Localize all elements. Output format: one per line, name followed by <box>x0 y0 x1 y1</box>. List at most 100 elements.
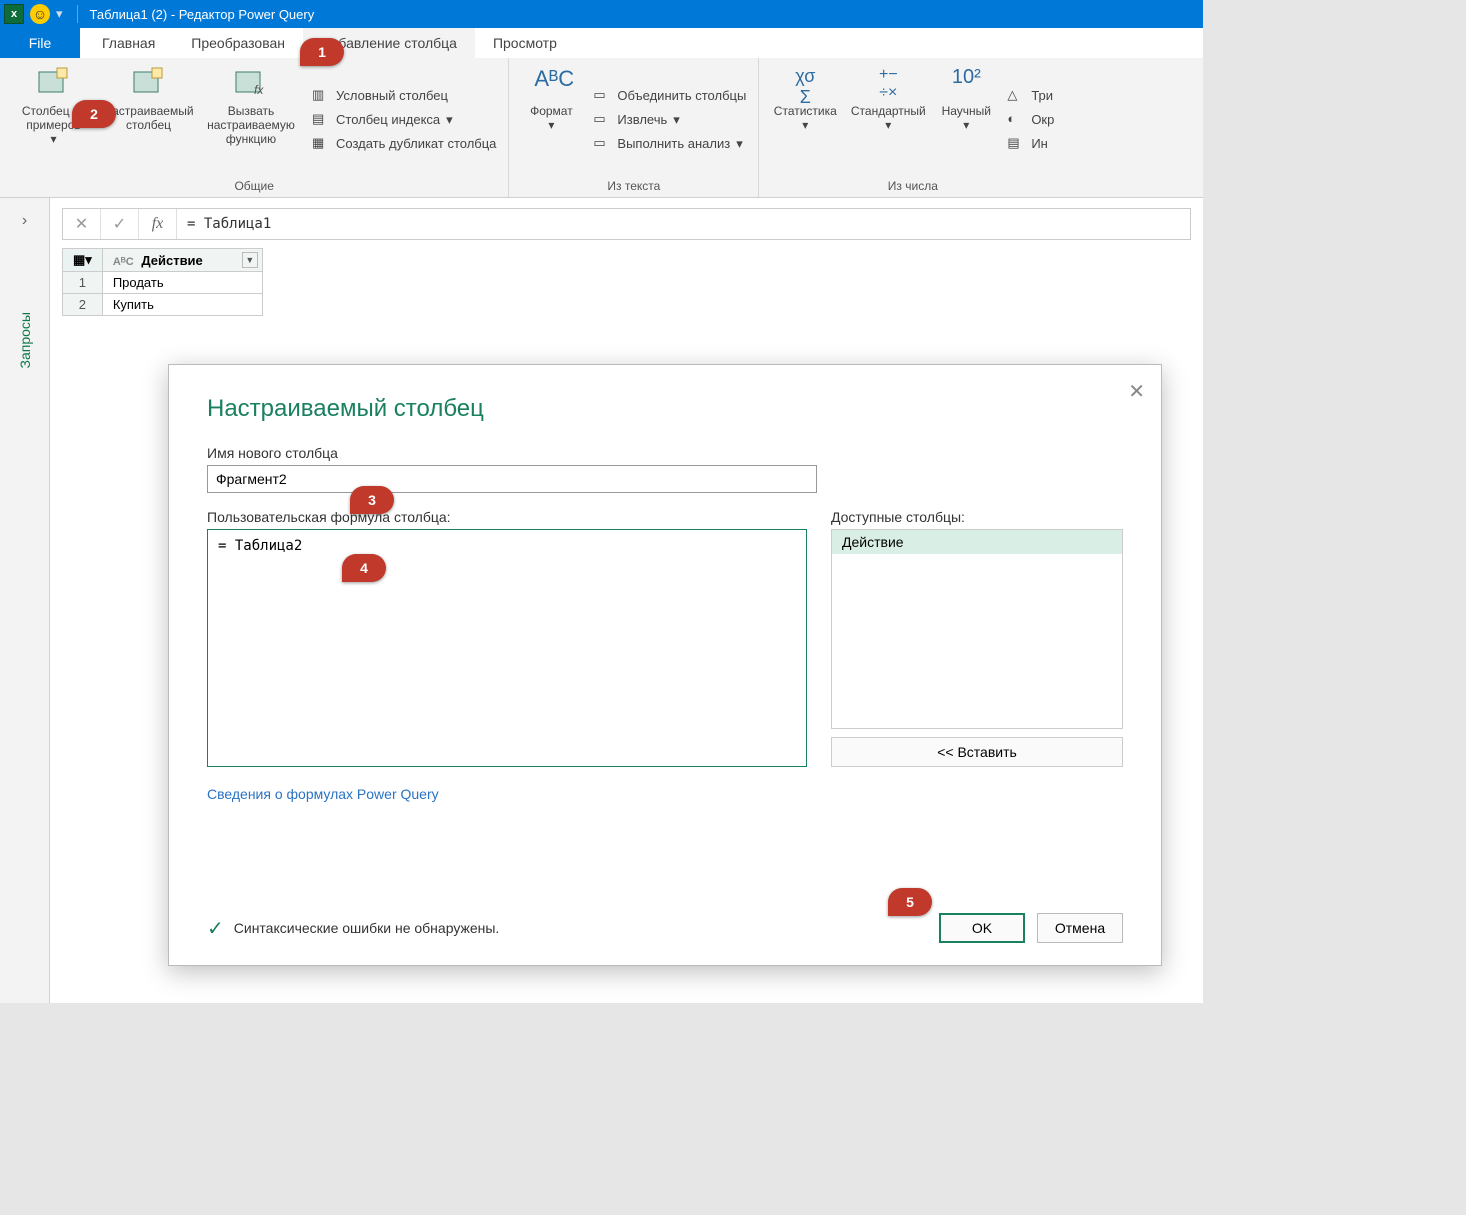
tab-file[interactable]: File <box>0 28 80 58</box>
column-name: Действие <box>141 253 202 268</box>
extract-icon: ▭ <box>593 111 611 129</box>
label: Создать дубликат столбца <box>336 136 496 151</box>
ops-icon: +−÷× <box>871 66 905 100</box>
callout-4: 4 <box>342 554 386 582</box>
formula-bar: ✕ ✓ fx <box>62 208 1191 240</box>
invoke-function-button[interactable]: fx Вызвать настраиваемую функцию <box>196 62 306 177</box>
cell[interactable]: Купить <box>102 294 262 316</box>
syntax-status: ✓ Синтаксические ошибки не обнаружены. <box>207 916 499 941</box>
queries-panel-collapsed[interactable]: › Запросы <box>0 198 50 1003</box>
statistics-button[interactable]: χσΣ Статистика ▾ <box>765 62 845 177</box>
formula-label: Пользовательская формула столбца: <box>207 509 807 525</box>
label: Выполнить анализ <box>617 136 730 151</box>
smiley-icon[interactable]: ☺ <box>30 4 50 24</box>
divider <box>77 5 78 23</box>
sigma-icon: χσΣ <box>788 66 822 100</box>
label: Вызвать настраиваемую функцию <box>196 104 306 146</box>
column-header[interactable]: AᴮC Действие ▼ <box>102 249 262 272</box>
name-label: Имя нового столбца <box>207 445 1123 461</box>
group-label-text: Из текста <box>515 177 752 197</box>
custom-column-dialog: ✕ Настраиваемый столбец Имя нового столб… <box>168 364 1162 966</box>
commit-formula-button[interactable]: ✓ <box>101 209 139 239</box>
merge-icon: ▭ <box>593 87 611 105</box>
title-bar: x ☺ ▾ Таблица1 (2) - Редактор Power Quer… <box>0 0 1203 28</box>
group-label-number: Из числа <box>765 177 1060 197</box>
ok-button[interactable]: OK <box>939 913 1025 943</box>
ribbon: Столбец из примеров ▾ Настраиваемый стол… <box>0 58 1203 198</box>
formula-editor[interactable] <box>207 529 807 767</box>
available-columns-list[interactable]: Действие <box>831 529 1123 729</box>
tab-view[interactable]: Просмотр <box>475 28 575 58</box>
queries-label: Запросы <box>17 312 33 368</box>
analyze-button[interactable]: ▭Выполнить анализ ▾ <box>593 135 746 153</box>
cancel-button[interactable]: Отмена <box>1037 913 1123 943</box>
tab-home[interactable]: Главная <box>84 28 173 58</box>
type-text-icon: AᴮC <box>113 256 134 268</box>
callout-5: 5 <box>888 888 932 916</box>
insert-button[interactable]: << Вставить <box>831 737 1123 767</box>
data-grid[interactable]: ▦▾ AᴮC Действие ▼ 1Продать 2Купить <box>62 248 263 316</box>
label: Научный <box>942 104 991 118</box>
label: Статистика <box>774 104 837 118</box>
dialog-title: Настраиваемый столбец <box>207 395 1123 423</box>
round-button[interactable]: ◐Окр <box>1007 111 1054 129</box>
label: Столбец индекса <box>336 112 440 127</box>
available-column-item[interactable]: Действие <box>832 530 1122 554</box>
fx-icon[interactable]: fx <box>139 209 177 239</box>
custom-column-button[interactable]: Настраиваемый столбец <box>101 62 196 177</box>
label: Ин <box>1031 136 1048 151</box>
ribbon-group-text: AᴮC Формат ▾ ▭ Объединить столбцы ▭ Извлеч… <box>509 58 759 197</box>
svg-text:fx: fx <box>254 83 264 97</box>
table-fx-icon: fx <box>234 66 268 100</box>
label: Окр <box>1031 112 1054 127</box>
format-icon: AᴮC <box>534 66 568 100</box>
triangle-icon: △ <box>1007 87 1025 105</box>
available-label: Доступные столбцы: <box>831 509 1123 525</box>
column-filter-dropdown[interactable]: ▼ <box>242 252 258 268</box>
scientific-button[interactable]: 10² Научный ▾ <box>931 62 1001 177</box>
checkmark-icon: ✓ <box>207 916 224 941</box>
format-button[interactable]: AᴮC Формат ▾ <box>515 62 587 177</box>
row-number[interactable]: 2 <box>63 294 103 316</box>
duplicate-icon: ▦ <box>312 135 330 153</box>
new-column-name-input[interactable] <box>207 465 817 493</box>
window-title: Таблица1 (2) - Редактор Power Query <box>90 7 315 22</box>
qat-dropdown-icon[interactable]: ▾ <box>56 6 63 22</box>
label: Извлечь <box>617 112 667 127</box>
label: Три <box>1031 88 1053 103</box>
ribbon-group-number: χσΣ Статистика ▾ +−÷× Стандартный ▾ 10² … <box>759 58 1066 197</box>
pq-formulas-link[interactable]: Сведения о формулах Power Query <box>207 786 439 802</box>
cancel-formula-button[interactable]: ✕ <box>63 209 101 239</box>
tab-transform[interactable]: Преобразован <box>173 28 303 58</box>
label: Стандартный <box>851 104 926 118</box>
chevron-right-icon[interactable]: › <box>22 212 27 230</box>
extract-button[interactable]: ▭Извлечь ▾ <box>593 111 746 129</box>
callout-1: 1 <box>300 38 344 66</box>
cell[interactable]: Продать <box>102 272 262 294</box>
info-icon: ▤ <box>1007 135 1025 153</box>
callout-2: 2 <box>72 100 116 128</box>
callout-3: 3 <box>350 486 394 514</box>
analyze-icon: ▭ <box>593 135 611 153</box>
table-star-icon <box>37 66 71 100</box>
formula-input[interactable] <box>177 209 1190 239</box>
standard-button[interactable]: +−÷× Стандартный ▾ <box>845 62 931 177</box>
select-all-corner[interactable]: ▦▾ <box>63 249 103 272</box>
label: Формат <box>530 104 573 118</box>
conditional-column-button[interactable]: ▥ Условный столбец <box>312 87 496 105</box>
group-label-general: Общие <box>6 177 502 197</box>
row-number[interactable]: 1 <box>63 272 103 294</box>
index-icon: ▤ <box>312 111 330 129</box>
merge-columns-button[interactable]: ▭ Объединить столбцы <box>593 87 746 105</box>
ribbon-tabs: File Главная Преобразован Добавление сто… <box>0 28 1203 58</box>
ten-squared-icon: 10² <box>949 66 983 100</box>
index-column-button[interactable]: ▤Столбец индекса ▾ <box>312 111 496 129</box>
trig-button[interactable]: △ Три <box>1007 87 1054 105</box>
conditional-icon: ▥ <box>312 87 330 105</box>
label: Условный столбец <box>336 88 448 103</box>
label: Объединить столбцы <box>617 88 746 103</box>
info-button[interactable]: ▤ Ин <box>1007 135 1054 153</box>
duplicate-column-button[interactable]: ▦ Создать дубликат столбца <box>312 135 496 153</box>
close-icon[interactable]: ✕ <box>1128 379 1145 404</box>
excel-icon: x <box>4 4 24 24</box>
